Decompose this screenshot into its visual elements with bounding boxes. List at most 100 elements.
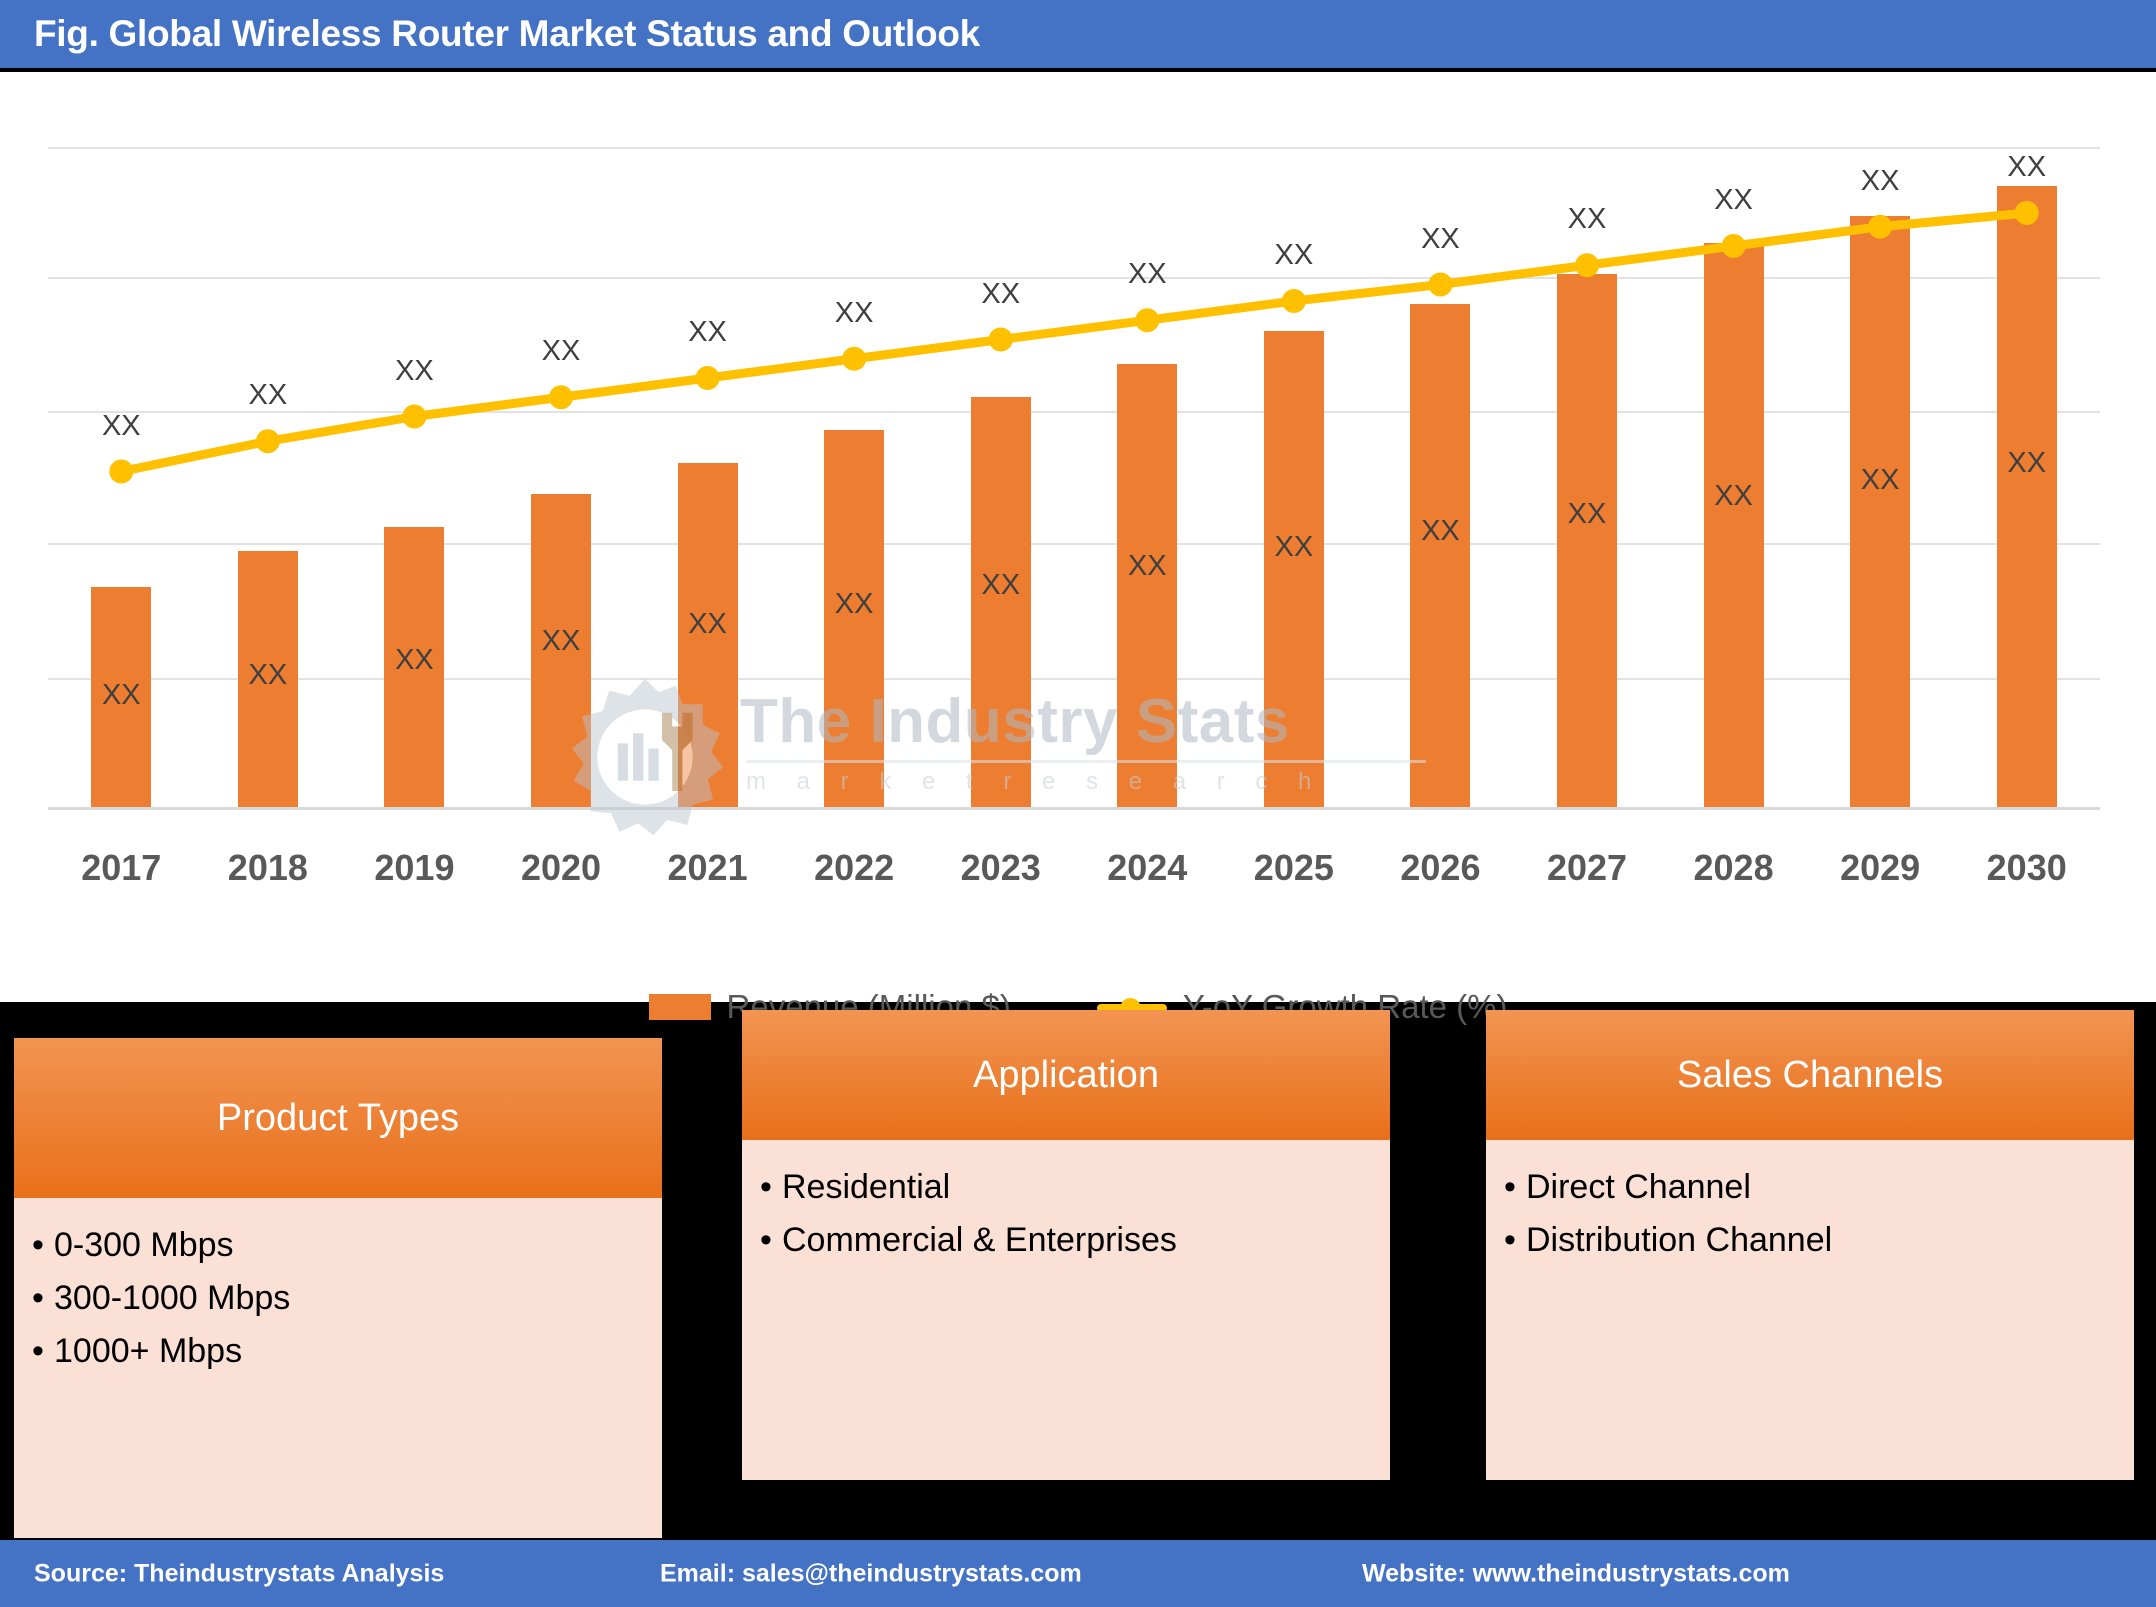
segment-list-item-label: 0-300 Mbps <box>54 1226 234 1264</box>
bar-column: XX <box>1953 92 2100 832</box>
x-axis-tick-label: 2026 <box>1400 847 1481 888</box>
segment-list-item: • Residential <box>760 1168 1408 1206</box>
bar-column: XX <box>1074 92 1221 832</box>
x-axis-tick-label: 2020 <box>520 847 602 888</box>
footer-email[interactable]: Email: sales@theindustrystats.com <box>660 1559 1082 1588</box>
x-axis-tick-label: 2018 <box>227 847 308 888</box>
segment-panel-title: Product Types <box>216 1096 460 1139</box>
growth-value-label: XX <box>541 335 581 368</box>
bar[interactable] <box>1410 303 1471 807</box>
bullet-icon: • <box>760 1168 772 1206</box>
footer-source: Source: Theindustrystats Analysis <box>34 1559 445 1587</box>
segment-panel-body: • Residential • Commercial & Enterprises <box>742 1168 1426 1274</box>
x-axis-tick-label: 2022 <box>814 847 895 888</box>
bar-value-label: XX <box>1421 515 1460 548</box>
bullet-icon: • <box>32 1279 44 1318</box>
bar-column: XX <box>195 92 342 832</box>
x-axis-labels: 2017 2018 2019 2020 2021 2022 2023 2024 2025 2026… <box>48 847 2100 907</box>
x-axis-tick-label: 2025 <box>1253 847 1334 888</box>
segment-list-item-label: 300-1000 Mbps <box>54 1279 291 1318</box>
segment-panel: Application • Residential • Commercial & Ent… <box>742 1010 1390 1480</box>
bar[interactable] <box>1850 215 1911 807</box>
growth-value-label: XX <box>1860 164 1900 197</box>
footer-website[interactable]: Website: www.theindustrystats.com <box>1362 1559 1790 1588</box>
figure-footer: Source: Theindustrystats Analysis Email:… <box>0 1540 2156 1607</box>
growth-value-label: XX <box>688 316 727 348</box>
segment-list-item: • Direct Channel <box>1504 1168 2152 1206</box>
chart-plot-area: XX XX XX XX XX XX XX XX XX XX XX XX XX XX XX XX XX XX XX X… <box>48 92 2100 832</box>
bullet-icon: • <box>32 1226 44 1264</box>
bar[interactable] <box>1117 364 1178 807</box>
x-axis-tick-label: 2029 <box>1840 847 1921 888</box>
growth-value-label: XX <box>1274 239 1314 271</box>
bar-value-label: XX <box>834 588 874 621</box>
chart-card: XX XX XX XX XX XX XX XX XX XX XX XX XX XX XX XX XX XX XX X… <box>0 72 2156 1025</box>
segment-list-item: • Commercial & Enterprises <box>760 1221 1408 1259</box>
bullet-icon: • <box>760 1221 772 1260</box>
segment-panel-header: Sales Channels <box>1486 1010 2134 1140</box>
segment-list-item: • 0-300 Mbps <box>32 1226 680 1264</box>
bar[interactable] <box>1556 273 1617 807</box>
bar-column: XX <box>927 92 1074 832</box>
bullet-icon: • <box>1504 1221 1516 1260</box>
x-axis-tick-label: 2021 <box>667 847 748 888</box>
bar[interactable] <box>1996 185 2057 807</box>
growth-value-label: XX <box>1714 184 1753 216</box>
bullet-icon: • <box>1504 1168 1516 1206</box>
bar-column: XX <box>341 92 488 832</box>
segment-list-item-label: Direct Channel <box>1526 1168 1751 1206</box>
segment-panel: Sales Channels • Direct Channel • Distributi… <box>1486 1010 2134 1480</box>
segment-panel-header: Product Types <box>14 1038 662 1198</box>
growth-value-label: XX <box>2007 151 2047 183</box>
x-axis-tick-label: 2030 <box>1986 847 2067 888</box>
growth-value-label: XX <box>981 277 1021 310</box>
bar-column: XX <box>1807 92 1954 832</box>
segment-panel-header: Application <box>742 1010 1390 1140</box>
segment-list-item-label: Commercial & Enterprises <box>782 1221 1177 1260</box>
segment-list-item: • 300-1000 Mbps <box>32 1279 680 1317</box>
figure-root: Fig. Global Wireless Router Market Statu… <box>0 0 2156 1607</box>
segment-list-item-label: Distribution Channel <box>1526 1221 1833 1260</box>
bar-column: XX <box>634 92 781 832</box>
segment-panel-body: • 0-300 Mbps • 300-1000 Mbps • 1000+ Mbps <box>14 1226 698 1385</box>
growth-value-label: XX <box>395 354 434 387</box>
x-axis-tick-label: 2028 <box>1693 847 1774 888</box>
bar-value-label: XX <box>395 644 434 677</box>
bar-value-label: XX <box>101 679 141 712</box>
segment-panel: Product Types • 0-300 Mbps • 300-1000 Mbps • 1… <box>14 1038 662 1538</box>
x-axis-tick-label: 2019 <box>374 847 455 888</box>
growth-value-label: XX <box>1567 203 1607 236</box>
bar-column: XX <box>781 92 928 832</box>
segment-list-item-label: Residential <box>782 1168 951 1206</box>
bar[interactable] <box>1263 331 1324 807</box>
segment-panel-body: • Direct Channel • Distribution Channel <box>1486 1168 2156 1274</box>
bar-value-label: XX <box>1127 550 1167 583</box>
growth-value-label: XX <box>1421 222 1460 255</box>
x-axis-tick-label: 2024 <box>1107 847 1188 888</box>
bar-column: XX <box>488 92 635 832</box>
bar-value-label: XX <box>1860 464 1900 497</box>
bar-column: XX <box>1221 92 1368 832</box>
bar-value-label: XX <box>541 625 581 658</box>
bar-column: XX <box>48 92 195 832</box>
growth-value-label: XX <box>834 296 874 329</box>
bar-series: XX XX XX XX XX XX XX XX XX XX XX XX XX XX <box>48 92 2100 832</box>
bar-column: XX <box>1367 92 1514 832</box>
bar-value-label: XX <box>1567 497 1607 530</box>
bar-value-label: XX <box>1714 480 1753 513</box>
bar[interactable] <box>1703 243 1764 807</box>
growth-value-label: XX <box>101 409 141 442</box>
bar-value-label: XX <box>1274 531 1314 564</box>
bullet-icon: • <box>32 1332 44 1371</box>
bar-value-label: XX <box>688 607 727 640</box>
segment-panel-title: Sales Channels <box>1676 1053 1944 1096</box>
x-axis-tick-label: 2023 <box>960 847 1041 888</box>
x-axis-tick-label: 2027 <box>1546 847 1628 888</box>
segment-list-item-label: 1000+ Mbps <box>54 1332 243 1371</box>
segment-panel-title: Application <box>973 1053 1159 1096</box>
x-axis-tick-label: 2017 <box>81 847 162 888</box>
page-title: Fig. Global Wireless Router Market Statu… <box>34 13 980 54</box>
segment-panels: Product Types • 0-300 Mbps • 300-1000 Mbps • 1… <box>0 1010 2156 1538</box>
bar-value-label: XX <box>981 569 1021 602</box>
bar-value-label: XX <box>248 658 288 691</box>
